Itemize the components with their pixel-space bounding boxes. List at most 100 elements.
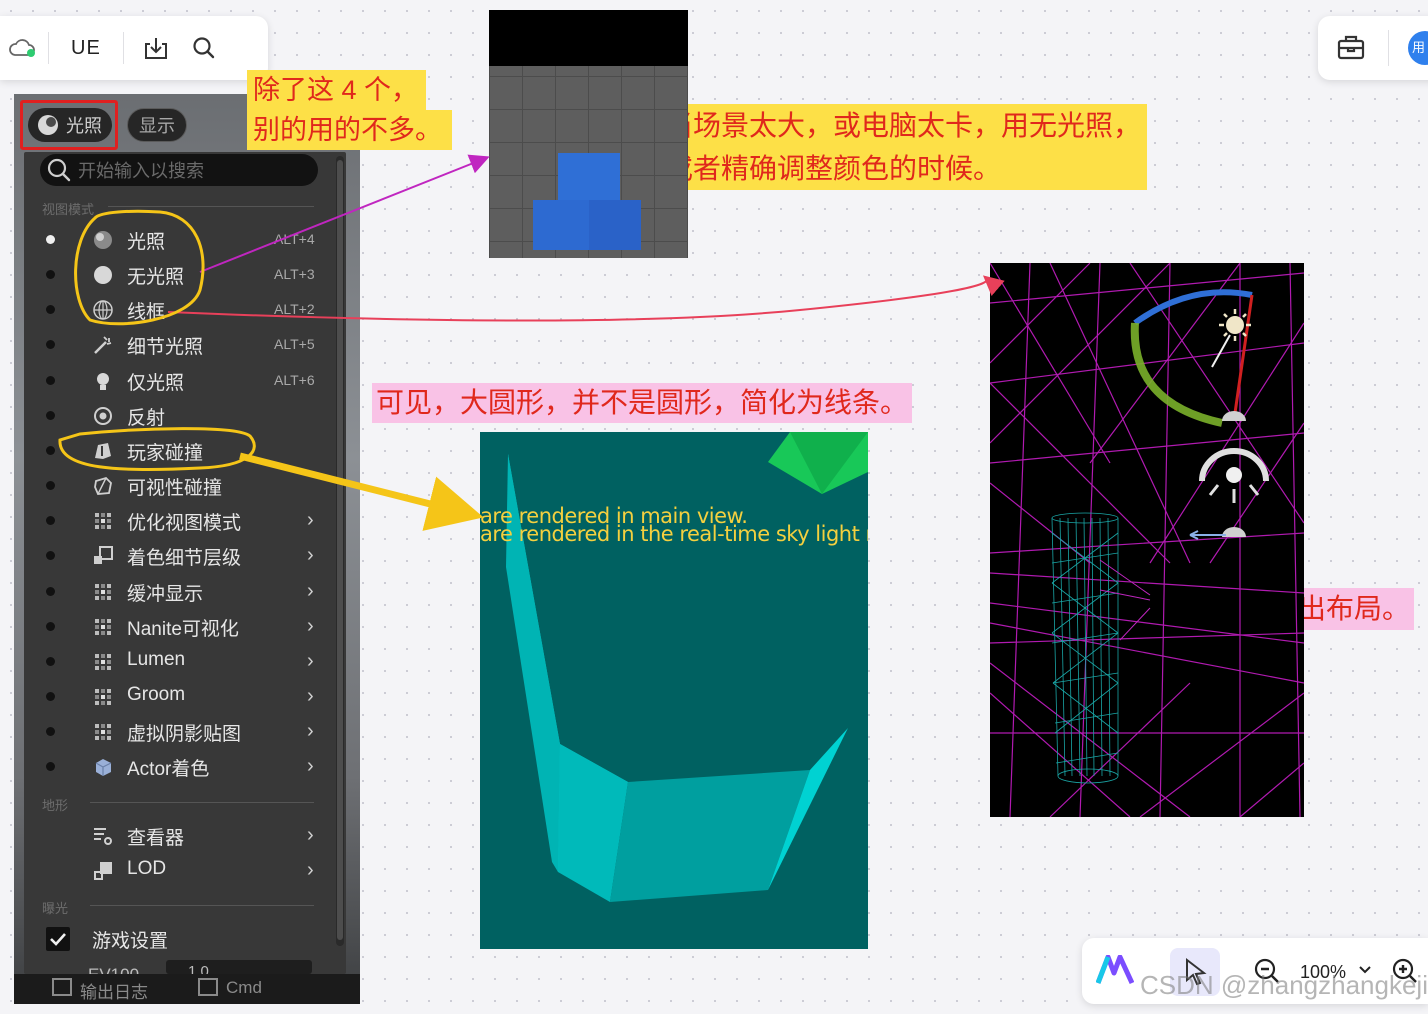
radio-indicator[interactable] [46,340,55,349]
menu-item[interactable]: 线框 ALT+2 [24,292,346,327]
app-logo-icon[interactable] [1095,954,1135,990]
cmd-button[interactable]: Cmd [226,978,262,998]
download-icon[interactable] [136,16,176,80]
cmd-icon [198,978,218,996]
note-unlit-line2: 或者精确调整颜色的时候。 [665,153,1002,184]
menu-item[interactable]: 反射 [24,398,346,433]
menu-item-label: Lumen [127,649,186,670]
chevron-right-icon: › [307,859,314,881]
cloud-sync-icon[interactable] [0,16,44,80]
note-top-line2: 别的用的不多。 [253,110,452,150]
menu-item[interactable]: 虚拟阴影贴图 › [24,714,346,749]
note-top: 除了这 4 个， 别的用的不多。 [247,70,452,150]
section-divider [108,206,314,207]
radio-indicator[interactable] [46,587,55,596]
radio-indicator[interactable] [46,270,55,279]
output-log-icon [52,978,72,996]
highlight-box [20,100,118,150]
toolbar-divider [122,32,124,64]
menu-item-label: 优化视图模式 [127,513,242,534]
radio-indicator[interactable] [46,305,55,314]
note-unlit: 当场景太大，或电脑太卡，用无光照， 或者精确调整颜色的时候。 [657,104,1148,190]
grid-icon [95,619,111,635]
grid-icon [95,513,111,529]
chevron-right-icon: › [307,720,314,742]
menu-item[interactable]: 光照 ALT+4 [24,222,346,257]
document-title[interactable]: UE [61,16,111,80]
menu-item-label: Nanite可视化 [127,619,239,640]
search-icon[interactable] [176,16,232,80]
toolbox-icon[interactable] [1336,33,1366,66]
radio-indicator[interactable] [46,727,55,736]
note-unlit-line1: 当场景太大，或电脑太卡，用无光照， [665,110,1142,141]
menu-item[interactable]: 优化视图模式 › [24,503,346,538]
menu-item-label: 游戏设置 [92,931,169,952]
toolbar-divider [1388,30,1389,66]
tab-show[interactable]: 显示 [127,108,187,142]
radio-indicator[interactable] [46,622,55,631]
menu-item[interactable]: 细节光照 ALT+5 [24,327,346,362]
menu-item[interactable]: Groom › [24,679,346,714]
radio-indicator[interactable] [46,446,55,455]
section-divider [90,905,314,906]
bulb-icon [97,373,109,390]
menu-item-lod[interactable]: LOD › [24,853,346,888]
menu-item[interactable]: 仅光照 ALT+6 [24,363,346,398]
unlit-screenshot [489,10,688,258]
menu-item-game-settings[interactable]: 游戏设置 [24,921,346,956]
ev100-input[interactable]: 1.0 [166,960,312,974]
menu-item[interactable]: 无光照 ALT+3 [24,257,346,292]
menu-item[interactable]: 可视性碰撞 [24,468,346,503]
menu-item-label: 反射 [127,408,166,429]
unlit-sphere-icon [94,266,112,284]
radio-indicator[interactable] [46,657,55,666]
menu-item[interactable]: 缓冲显示 › [24,574,346,609]
radio-indicator[interactable] [46,235,55,244]
menu-item-label: Actor着色 [127,759,210,780]
menu-item[interactable]: 着色细节层级 › [24,538,346,573]
menu-item-label: 光照 [127,232,166,253]
output-log-button[interactable]: 输出日志 [80,978,148,1003]
viewer-icon [94,828,112,845]
menu-item[interactable]: Nanite可视化 › [24,609,346,644]
menu-item-viewer[interactable]: 查看器 › [24,818,346,853]
chevron-right-icon: › [307,580,314,602]
reflection-icon [94,407,112,425]
shading-lod-icon [94,546,113,564]
menu-item-label: 虚拟阴影贴图 [127,724,242,745]
menu-item-shortcut: ALT+5 [274,336,315,352]
radio-indicator[interactable] [46,516,55,525]
chevron-right-icon: › [307,544,314,566]
radio-indicator[interactable] [46,481,55,490]
menu-scroll-thumb[interactable] [337,160,343,940]
chevron-right-icon: › [307,824,314,846]
radio-indicator[interactable] [46,551,55,560]
section-terrain: 地形 [42,798,69,813]
search-placeholder: 开始输入以搜索 [78,161,204,181]
menu-item-label: 线框 [127,302,166,323]
radio-indicator[interactable] [46,762,55,771]
section-exposure: 曝光 [42,901,69,916]
player-collision-screenshot: are rendered in main view. are rendered … [480,432,868,949]
note-top-line1: 除了这 4 个， [253,75,419,105]
radio-indicator[interactable] [46,692,55,701]
menu-item[interactable]: Actor着色 › [24,749,346,784]
menu-item[interactable]: Lumen › [24,644,346,679]
radio-indicator[interactable] [46,376,55,385]
menu-item-shortcut: ALT+2 [274,301,315,317]
chevron-right-icon: › [307,509,314,531]
section-divider [90,802,314,803]
menu-item-label: 无光照 [127,267,185,288]
radio-indicator[interactable] [46,411,55,420]
menu-item-label: LOD [127,858,167,879]
menu-item-label: 细节光照 [127,337,204,358]
visibility-collision-icon [94,476,112,495]
checkbox[interactable] [46,927,70,951]
menu-item[interactable]: 玩家碰撞 [24,433,346,468]
checkmark-icon [50,933,66,946]
menu-item-shortcut: ALT+6 [274,372,315,388]
menu-search-input[interactable]: 开始输入以搜索 [40,154,318,186]
note-collision: 可见，大圆形，并不是圆形，简化为线条。 [372,383,913,423]
chevron-right-icon: › [307,650,314,672]
toolbar-divider [48,32,49,64]
